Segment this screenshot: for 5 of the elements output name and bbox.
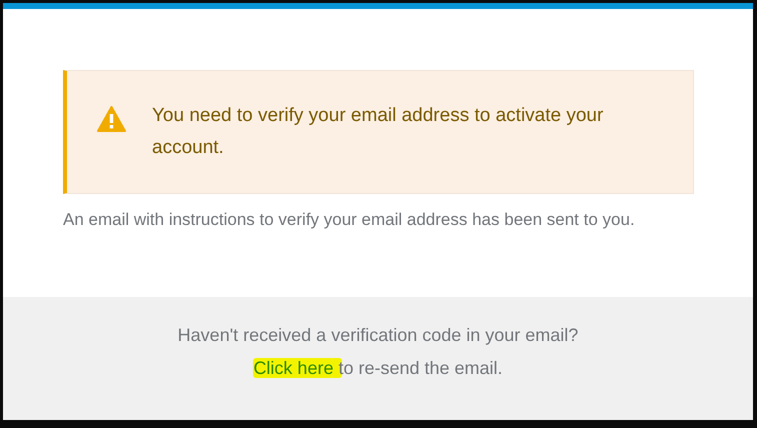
instruction-text: An email with instructions to verify your email address has been sent to you.: [63, 209, 636, 231]
question-text: Haven't received a verification code in your email?: [176, 324, 580, 347]
alert-message: You need to verify your email address to activate your account.: [152, 104, 604, 160]
resend-link[interactable]: Click here: [253, 358, 334, 378]
warning-icon: [97, 106, 126, 132]
